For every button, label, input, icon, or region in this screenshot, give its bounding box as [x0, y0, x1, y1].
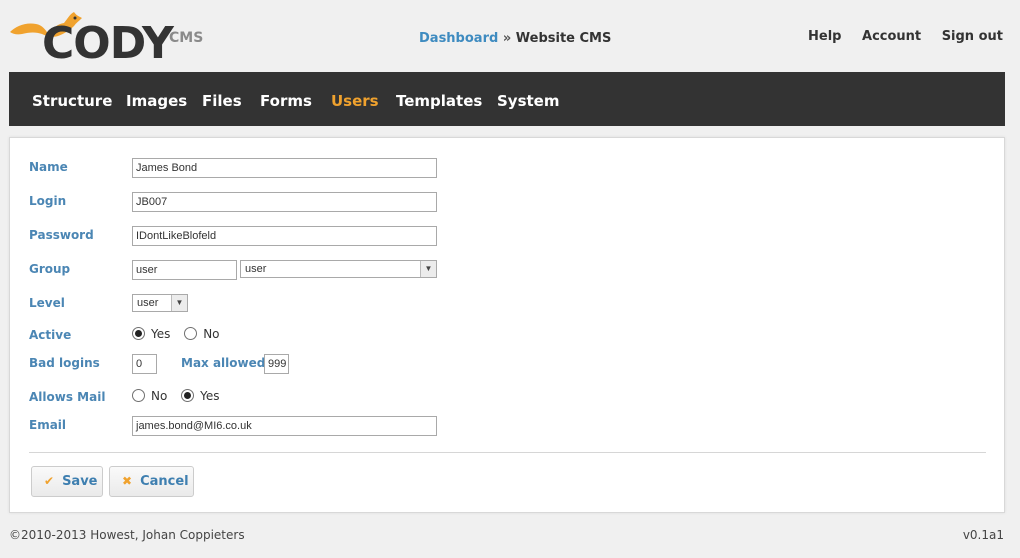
breadcrumb-separator: »: [502, 31, 512, 46]
account-link[interactable]: Account: [862, 29, 921, 44]
level-label: Level: [29, 296, 65, 310]
group-input[interactable]: user: [132, 260, 237, 280]
save-button-label: Save: [62, 474, 98, 489]
nav-item-users[interactable]: Users: [331, 92, 379, 110]
level-select[interactable]: user ▼: [132, 294, 188, 312]
active-yes-label: Yes: [151, 327, 171, 341]
group-label: Group: [29, 262, 71, 276]
help-link[interactable]: Help: [808, 29, 841, 44]
allows-mail-yes-radio[interactable]: [181, 389, 195, 402]
save-button[interactable]: ✔ Save: [31, 466, 103, 497]
nav-item-files[interactable]: Files: [202, 92, 242, 110]
bad-logins-input[interactable]: 0: [132, 354, 157, 374]
password-input[interactable]: IDontLikeBlofeld: [132, 226, 437, 246]
email-label: Email: [29, 418, 67, 432]
breadcrumb-dashboard-link[interactable]: Dashboard: [419, 31, 498, 46]
active-no-option[interactable]: No: [184, 327, 220, 341]
login-input[interactable]: JB007: [132, 192, 437, 212]
allows-mail-no-label: No: [151, 389, 168, 403]
allows-mail-yes-option[interactable]: Yes: [181, 389, 220, 403]
logo-cms-suffix: CMS: [169, 30, 204, 46]
password-label: Password: [29, 228, 94, 242]
name-input[interactable]: James Bond: [132, 158, 437, 178]
cancel-button[interactable]: ✖ Cancel: [109, 466, 194, 497]
nav-item-forms[interactable]: Forms: [260, 92, 312, 110]
allows-mail-label: Allows Mail: [29, 390, 106, 404]
active-no-label: No: [203, 327, 220, 341]
nav-item-templates[interactable]: Templates: [396, 92, 482, 110]
cancel-button-label: Cancel: [140, 474, 189, 489]
name-label: Name: [29, 160, 68, 174]
header: CODY CMS Dashboard » Website CMS Help Ac…: [0, 0, 1020, 72]
sign-out-link[interactable]: Sign out: [942, 29, 1003, 44]
group-select[interactable]: user ▼: [240, 260, 437, 278]
form-divider: [29, 452, 986, 453]
allows-mail-yes-label: Yes: [200, 389, 220, 403]
active-radio-group: Yes No: [132, 327, 230, 341]
active-no-radio[interactable]: [184, 327, 198, 340]
nav-item-system[interactable]: System: [497, 92, 559, 110]
chevron-down-icon: ▼: [171, 295, 187, 311]
footer-copyright: ©2010-2013 Howest, Johan Coppieters: [9, 528, 245, 542]
checkmark-icon: ✔: [44, 474, 55, 488]
max-allowed-label: Max allowed: [181, 356, 266, 370]
cody-logo[interactable]: CODY CMS: [8, 4, 208, 68]
max-allowed-input[interactable]: 999: [264, 354, 289, 374]
logo-text: CODY: [42, 18, 174, 69]
allows-mail-no-option[interactable]: No: [132, 389, 167, 403]
allows-mail-radio-group: No Yes: [132, 389, 230, 403]
email-input[interactable]: james.bond@MI6.co.uk: [132, 416, 437, 436]
footer-version: v0.1a1: [962, 528, 1004, 542]
top-links: Help Account Sign out: [792, 29, 1003, 44]
nav-item-structure[interactable]: Structure: [32, 92, 112, 110]
allows-mail-no-radio[interactable]: [132, 389, 145, 402]
login-label: Login: [29, 194, 67, 208]
user-form-panel: Name James Bond Login JB007 Password IDo…: [9, 137, 1005, 513]
breadcrumb-current: Website CMS: [515, 31, 612, 46]
active-yes-option[interactable]: Yes: [132, 327, 170, 341]
breadcrumb: Dashboard » Website CMS: [419, 31, 611, 46]
nav-item-images[interactable]: Images: [126, 92, 187, 110]
active-label: Active: [29, 328, 72, 342]
group-select-value: user: [245, 263, 267, 275]
close-icon: ✖: [122, 474, 133, 488]
chevron-down-icon: ▼: [420, 261, 436, 277]
level-select-value: user: [137, 297, 159, 309]
active-yes-radio[interactable]: [132, 327, 145, 340]
main-nav: Structure Images Files Forms Users Templ…: [9, 72, 1005, 126]
bad-logins-label: Bad logins: [29, 356, 100, 370]
